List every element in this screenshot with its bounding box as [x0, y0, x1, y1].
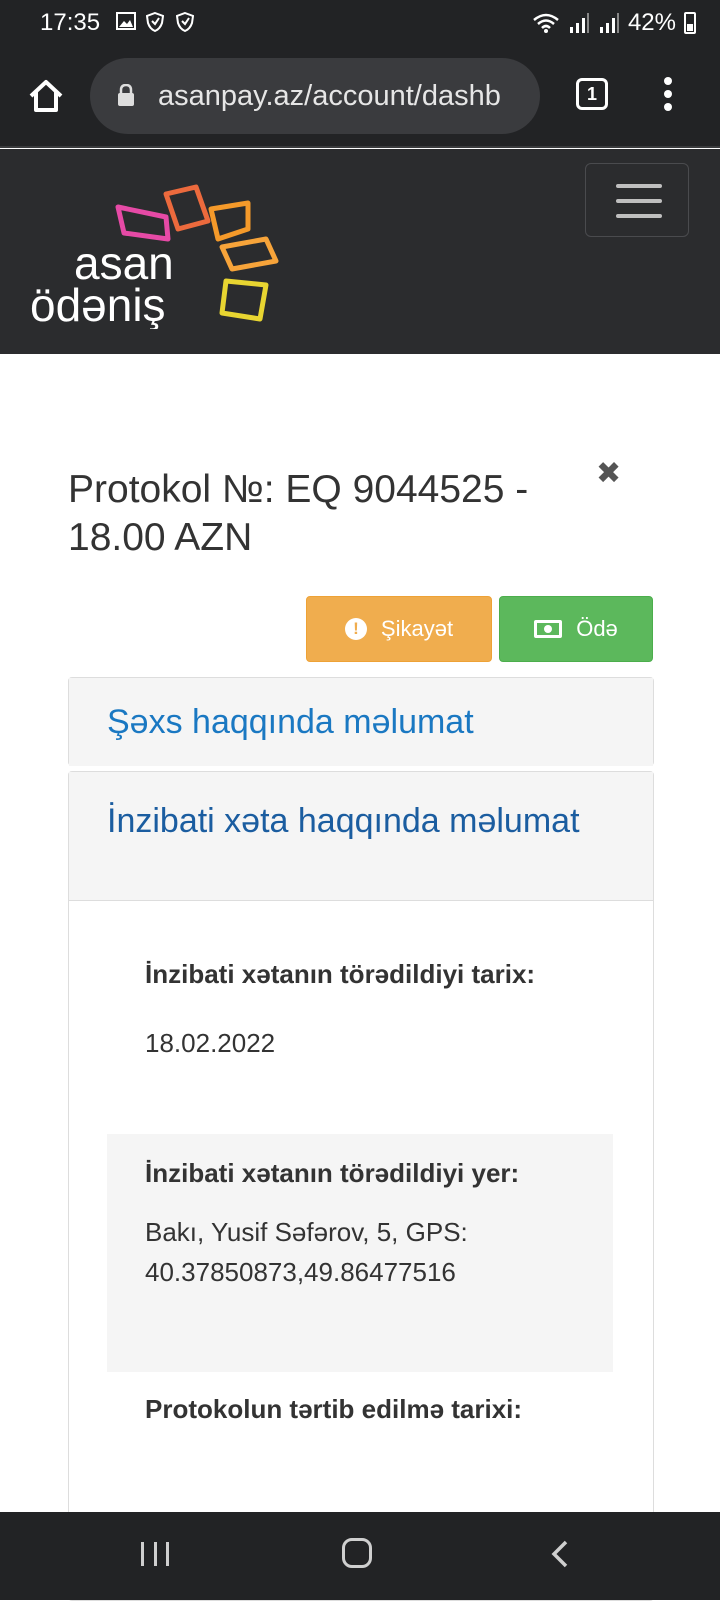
recent-apps-icon[interactable] [141, 1542, 169, 1566]
field-label: Protokolun tərtib edilmə tarixi: [145, 1394, 523, 1424]
more-menu-icon[interactable] [658, 74, 678, 114]
back-icon[interactable] [550, 1540, 570, 1568]
signal-icon [569, 13, 589, 33]
site-header: asan ödəniş [0, 149, 720, 354]
shield-icon [145, 11, 168, 33]
status-right: 42% [532, 9, 696, 37]
home-button-icon[interactable] [342, 1538, 372, 1568]
person-info-heading[interactable]: Şəxs haqqında məlumat [69, 678, 653, 766]
status-time: 17:35 [40, 9, 101, 36]
complaint-button-label: Şikayət [380, 616, 454, 641]
home-icon[interactable] [26, 76, 66, 116]
violation-info-panel: İnzibati xəta haqqında məlumat İnzibati … [68, 771, 654, 1601]
violation-info-heading[interactable]: İnzibati xəta haqqında məlumat [69, 772, 653, 901]
field-value: 18.02.2022 [145, 1028, 276, 1058]
tab-switcher-button[interactable]: 1 [576, 78, 608, 110]
nav-toggle-button[interactable] [585, 163, 689, 237]
protocol-date-field: Protokolun tərtib edilmə tarixi: [107, 1392, 613, 1426]
image-icon [116, 12, 138, 32]
pay-button-label: Ödə [576, 616, 618, 641]
exclamation-icon: ! [344, 618, 367, 640]
asan-odenis-logo[interactable]: asan ödəniş [26, 169, 296, 329]
protocol-title: Protokol №: EQ 9044525 - 18.00 AZN [68, 468, 529, 559]
system-nav-bar [0, 1512, 720, 1600]
url-text: asanpay.az/account/dashb [158, 80, 501, 112]
person-info-panel: Şəxs haqqında məlumat [68, 677, 654, 766]
pay-button[interactable]: Ödə [499, 596, 653, 662]
money-icon [534, 620, 563, 638]
status-bar: 17:35 42% [0, 0, 720, 44]
logo-line2: ödəniş [30, 279, 166, 329]
field-label: İnzibati xətanın törədildiyi yer: [145, 1158, 520, 1188]
violation-place-field: İnzibati xətanın törədildiyi yer: Bakı, … [107, 1134, 613, 1372]
violation-date-field: İnzibati xətanın törədildiyi tarix: 18.0… [107, 957, 613, 1063]
field-value: Bakı, Yusif Səfərov, 5, GPS: 40.37850873… [145, 1217, 468, 1287]
signal-icon [599, 13, 619, 33]
address-bar[interactable]: asanpay.az/account/dashb [90, 58, 540, 134]
complaint-button[interactable]: ! Şikayət [306, 596, 492, 662]
lock-icon [118, 84, 134, 106]
wifi-icon [533, 13, 559, 33]
battery-icon [684, 12, 696, 34]
browser-toolbar: asanpay.az/account/dashb 1 [0, 44, 720, 148]
shield-icon [175, 11, 198, 33]
field-label: İnzibati xətanın törədildiyi tarix: [145, 959, 536, 989]
notification-icons [116, 11, 198, 33]
battery-percent: 42% [627, 9, 676, 36]
